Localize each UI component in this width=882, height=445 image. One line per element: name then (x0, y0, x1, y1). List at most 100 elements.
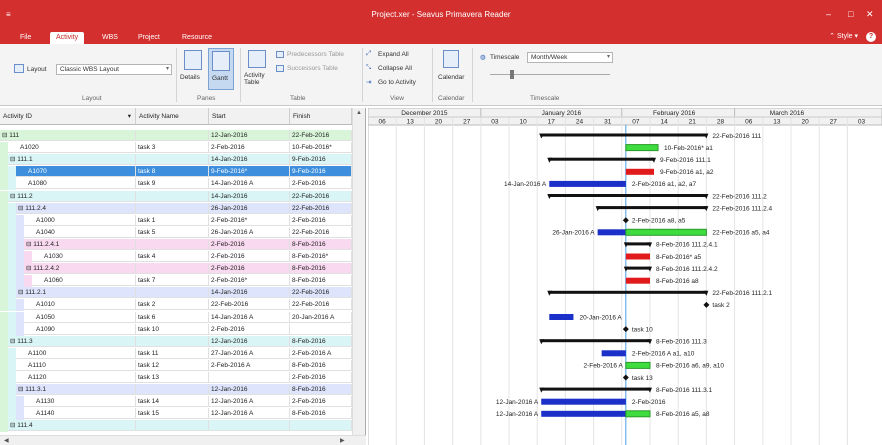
tab-file[interactable]: File (14, 32, 37, 44)
activity-row[interactable]: A1130 task 14 12-Jan-2016 A 2-Feb-2016 (0, 396, 360, 409)
filter-icon[interactable]: ▾ (128, 108, 131, 125)
activity-row[interactable]: A1070 task 8 9-Feb-2016* 9-Feb-2016 (0, 166, 360, 179)
activity-name-cell: task 13 (136, 372, 209, 383)
activity-row[interactable]: A1120 task 13 2-Feb-2016 (0, 372, 360, 384)
cell-text: 111.4 (17, 422, 33, 430)
horizontal-scrollbar[interactable]: ◀ ▶ (0, 435, 366, 445)
column-header-activity-id[interactable]: Activity ID ▾ (0, 108, 136, 125)
summary-bar[interactable] (549, 290, 707, 294)
column-header-finish[interactable]: Finish (290, 108, 352, 125)
cell-text: 8-Feb-2016 (292, 277, 326, 285)
milestone-marker[interactable] (622, 326, 629, 333)
summary-bar[interactable] (625, 266, 650, 270)
gantt-label: Gantt (212, 75, 228, 82)
activity-row[interactable]: A1020 task 3 2-Feb-2016 10-Feb-2016* (0, 142, 360, 155)
activity-row[interactable]: A1050 task 6 14-Jan-2016 A 20-Jan-2016 A (0, 311, 360, 324)
tab-activity[interactable]: Activity (50, 32, 85, 44)
wbs-row[interactable]: ⊟ 111.4 (0, 420, 360, 433)
summary-bar[interactable] (625, 242, 650, 246)
critical-bar[interactable] (625, 168, 655, 175)
style-menu[interactable]: ⌃ Style ▾ (829, 32, 858, 40)
tab-wbs[interactable]: WBS (96, 32, 124, 44)
wbs-row[interactable]: ⊟ 111.2 14-Jan-2016 22-Feb-2016 (0, 190, 360, 203)
summary-bar[interactable] (541, 339, 650, 343)
critical-bar[interactable] (625, 253, 650, 260)
actual-bar[interactable] (541, 398, 626, 405)
start-cell (209, 420, 290, 432)
activity-row[interactable]: A1100 task 11 27-Jan-2016 A 2-Feb-2016 A (0, 347, 360, 360)
summary-bar[interactable] (541, 133, 707, 137)
scroll-up-icon[interactable]: ▲ (356, 110, 362, 116)
actual-bar[interactable] (549, 180, 626, 187)
wbs-row[interactable]: ⊟ 111.2.1 14-Jan-2016 22-Feb-2016 (0, 287, 360, 300)
maximize-button[interactable]: □ (848, 9, 853, 19)
summary-bar[interactable] (541, 387, 650, 391)
gantt-button[interactable]: Gantt (208, 48, 234, 90)
activity-row[interactable]: A1080 task 9 14-Jan-2016 A 2-Feb-2016 (0, 178, 360, 191)
start-cell: 12-Jan-2016 A (209, 408, 290, 420)
cell-text: task 2 (138, 301, 156, 309)
remaining-bar[interactable] (625, 410, 651, 418)
collapse-all-button[interactable]: ⤡ Collapse All (366, 64, 424, 74)
activity-row[interactable]: A1030 task 4 2-Feb-2016 8-Feb-2016* (0, 251, 360, 263)
remaining-bar[interactable] (625, 144, 659, 152)
summary-bar[interactable] (549, 157, 655, 161)
wbs-row[interactable]: ⊟ 111.3.1 12-Jan-2016 8-Feb-2016 (0, 384, 360, 397)
window-title: Project.xer - Seavus Primavera Reader (371, 10, 511, 19)
details-button[interactable]: Details (180, 48, 207, 90)
wbs-row[interactable]: ⊟ 111.1 14-Jan-2016 9-Feb-2016 (0, 154, 360, 167)
summary-bar[interactable] (597, 206, 707, 210)
milestone-marker[interactable] (622, 374, 629, 381)
scroll-right-icon[interactable]: ▶ (340, 437, 345, 444)
activity-id-cell: A1110 (16, 359, 136, 371)
successors-table-button[interactable]: Successors Table (276, 64, 360, 74)
close-button[interactable]: ✕ (866, 9, 874, 20)
wbs-indent-band (16, 299, 24, 312)
bar-label-left: 12-Jan-2016 A (496, 411, 539, 418)
wbs-row[interactable]: ⊟ 111.2.4 26-Jan-2016 22-Feb-2016 (0, 202, 360, 215)
minimize-button[interactable]: ‒ (826, 9, 831, 19)
actual-bar[interactable] (601, 350, 626, 357)
timescale-dropdown[interactable]: Month/Week ▾ (527, 52, 613, 63)
activity-row[interactable]: A1040 task 5 26-Jan-2016 A 22-Feb-2016 (0, 226, 360, 239)
wbs-row[interactable]: ⊟ 111 12-Jan-2016 22-Feb-2016 (0, 130, 360, 141)
activity-row[interactable]: A1110 task 12 2-Feb-2016 A 8-Feb-2016 (0, 359, 360, 372)
milestone-marker[interactable] (622, 217, 629, 224)
scroll-left-icon[interactable]: ◀ (4, 437, 9, 444)
activity-row[interactable]: A1060 task 7 2-Feb-2016* 8-Feb-2016 (0, 275, 360, 288)
wbs-row[interactable]: ⊟ 111.2.4.2 2-Feb-2016 8-Feb-2016 (0, 263, 360, 276)
cell-text: 2-Feb-2016 (292, 216, 326, 224)
predecessors-table-button[interactable]: Predecessors Table (276, 50, 360, 60)
column-header-start[interactable]: Start (209, 108, 290, 125)
zoom-slider-track[interactable] (490, 74, 610, 75)
milestone-marker[interactable] (703, 301, 710, 308)
activity-row[interactable]: A1010 task 2 22-Feb-2016 22-Feb-2016 (0, 299, 360, 312)
bar-label-right: 2-Feb-2016 a8, a5 (632, 218, 686, 225)
vertical-scrollbar[interactable]: ▲ (352, 108, 365, 435)
help-icon[interactable]: ? (866, 32, 876, 42)
wbs-row[interactable]: ⊟ 111.2.4.1 2-Feb-2016 8-Feb-2016 (0, 238, 360, 251)
gantt-canvas[interactable]: 06 13 20 27 03 10 17 24 31 07 14 21 28 06 13 20 27 03 Dece… (368, 108, 882, 445)
actual-bar[interactable] (549, 314, 574, 320)
bar-label-left: 14-Jan-2016 A (504, 181, 547, 188)
go-to-activity-button[interactable]: ⇥ Go to Activity (366, 78, 428, 88)
tab-project[interactable]: Project (132, 32, 166, 44)
actual-bar[interactable] (541, 410, 626, 417)
actual-bar[interactable] (597, 229, 626, 236)
activity-table-button[interactable]: Activity Table (244, 48, 272, 94)
critical-bar[interactable] (625, 277, 650, 284)
remaining-bar[interactable] (625, 228, 707, 236)
expand-all-button[interactable]: ⤢ Expand All (366, 50, 424, 60)
zoom-slider-thumb[interactable] (510, 70, 514, 79)
activity-row[interactable]: A1140 task 15 12-Jan-2016 A 8-Feb-2016 (0, 408, 360, 421)
calendar-button[interactable]: Calendar (436, 48, 468, 92)
column-header-activity-name[interactable]: Activity Name (136, 108, 209, 125)
wbs-indent-band (8, 166, 16, 179)
activity-row[interactable]: A1000 task 1 2-Feb-2016* 2-Feb-2016 (0, 214, 360, 227)
wbs-row[interactable]: ⊟ 111.3 12-Jan-2016 8-Feb-2016 (0, 335, 360, 348)
tab-resource[interactable]: Resource (176, 32, 218, 44)
remaining-bar[interactable] (625, 361, 651, 369)
activity-row[interactable]: A1090 task 10 2-Feb-2016 (0, 323, 360, 336)
layout-dropdown[interactable]: Classic WBS Layout ▾ (56, 64, 172, 75)
summary-bar[interactable] (549, 194, 707, 197)
